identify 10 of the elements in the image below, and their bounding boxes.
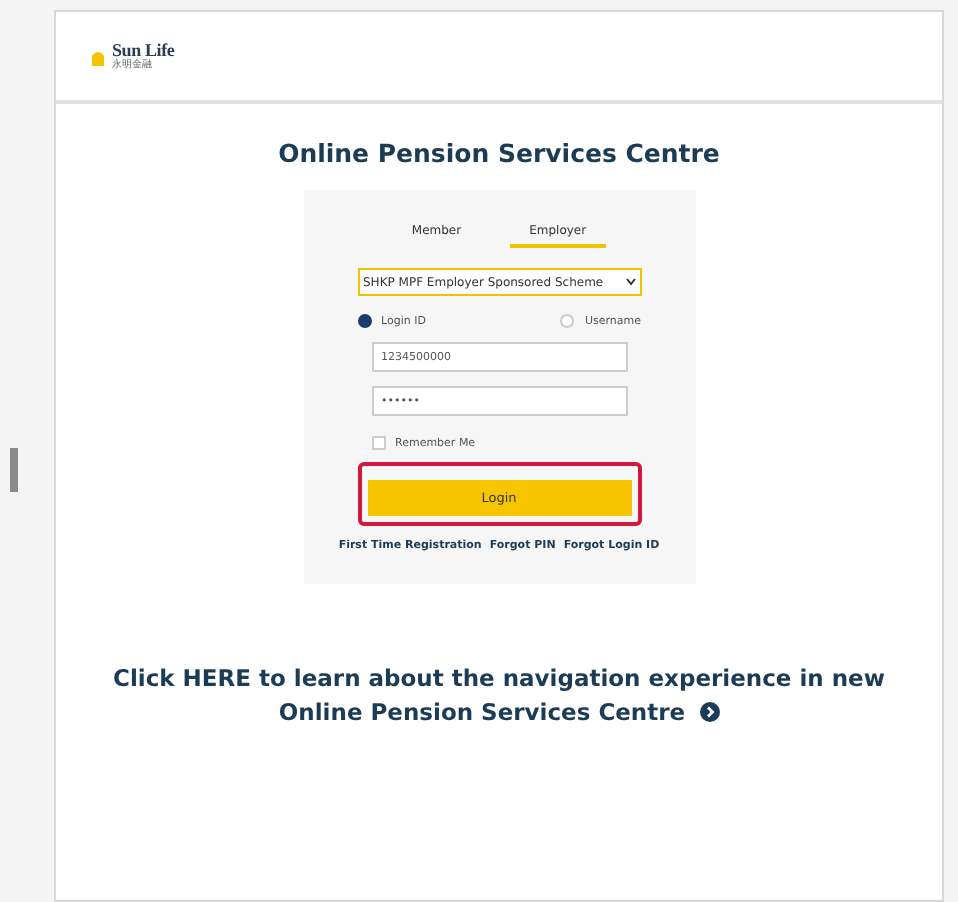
- chevron-down-icon: [625, 278, 635, 286]
- remember-checkbox[interactable]: [371, 436, 385, 450]
- side-handle: [10, 448, 18, 492]
- logo-text: Sun Life: [112, 40, 175, 60]
- info-link[interactable]: Click HERE to learn about the navigation experience in new: [113, 664, 885, 692]
- arrow-circle-icon[interactable]: [699, 702, 720, 722]
- page-title: Online Pension Services Centre: [278, 138, 720, 168]
- info-link[interactable]: Online Pension Services Centre: [278, 698, 686, 726]
- sun-logo-icon: [92, 47, 104, 65]
- radio-button[interactable]: [357, 314, 371, 328]
